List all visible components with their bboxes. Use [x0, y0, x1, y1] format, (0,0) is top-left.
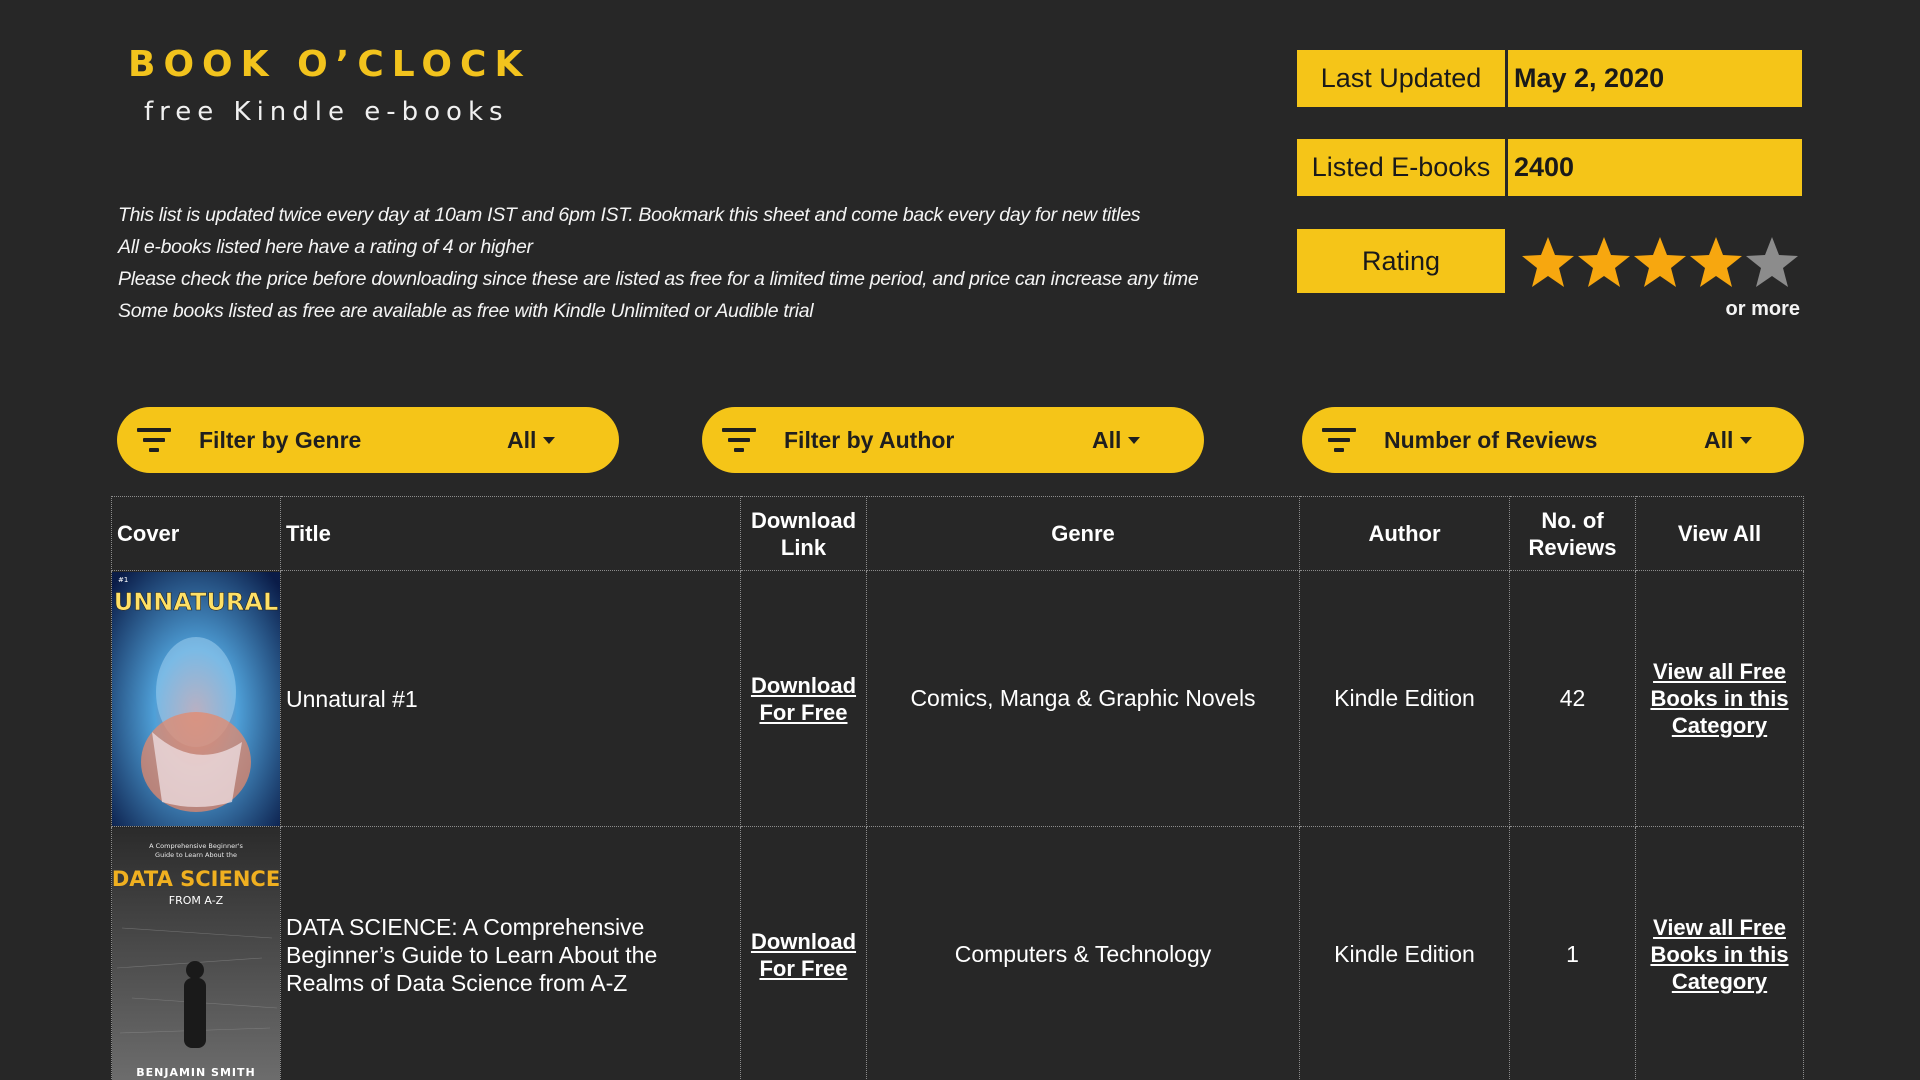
reviews-cell: 42 — [1509, 570, 1636, 827]
col-header-genre: Genre — [866, 496, 1300, 571]
cover-text: A Comprehensive Beginner's — [149, 842, 243, 850]
genre-cell: Computers & Technology — [866, 826, 1300, 1080]
download-cell: Download For Free — [740, 570, 867, 827]
download-link[interactable]: Download For Free — [751, 672, 856, 726]
filter-author-button[interactable]: Filter by Author All — [702, 407, 1204, 473]
col-header-title: Title — [280, 496, 741, 571]
info-notes: This list is updated twice every day at … — [118, 199, 1268, 327]
table-row: #1 UNNATURAL Unnatural #1 Download For F… — [111, 570, 1804, 827]
filter-author-label: Filter by Author — [784, 426, 955, 453]
cover-cell: #1 UNNATURAL — [111, 570, 281, 827]
view-all-cell: View all Free Books in this Category — [1635, 826, 1804, 1080]
note-line: Please check the price before downloadin… — [118, 268, 1199, 290]
author-cell: Kindle Edition — [1299, 570, 1510, 827]
col-header-reviews-line1: No. of — [1541, 507, 1604, 533]
filter-icon — [722, 428, 756, 452]
col-header-reviews-line2: Reviews — [1528, 534, 1617, 560]
chevron-down-icon[interactable] — [1128, 437, 1140, 444]
download-link[interactable]: Download For Free — [751, 928, 856, 982]
books-table: Cover Title Download Link Genre Author N… — [111, 496, 1804, 1080]
book-cover-image[interactable]: A Comprehensive Beginner's Guide to Lear… — [112, 827, 280, 1080]
view-all-line1: View all Free — [1653, 915, 1786, 940]
col-header-download-line1: Download — [750, 507, 857, 533]
star-filled-icon — [1578, 237, 1630, 287]
star-empty-icon — [1746, 237, 1798, 287]
genre-cell: Comics, Manga & Graphic Novels — [866, 570, 1300, 827]
col-header-download: Download Link — [740, 496, 867, 571]
col-header-reviews: No. of Reviews — [1509, 496, 1636, 571]
filter-icon — [137, 428, 171, 452]
view-all-line2: Books in this — [1650, 686, 1789, 711]
filter-genre-value[interactable]: All — [507, 427, 536, 454]
last-updated-value: May 2, 2020 — [1508, 50, 1802, 107]
book-title: DATA SCIENCE: A Comprehensive Beginner’s… — [280, 826, 741, 1080]
col-header-download-line2: Link — [780, 534, 827, 560]
note-line: All e-books listed here have a rating of… — [118, 236, 533, 258]
page: BOOK O’CLOCK free Kindle e-books This li… — [0, 0, 1920, 1080]
author-cell: Kindle Edition — [1299, 826, 1510, 1080]
col-header-view-all: View All — [1635, 496, 1804, 571]
note-line: Some books listed as free are available … — [118, 300, 814, 322]
rating-label: Rating — [1297, 229, 1505, 293]
cover-text: FROM A-Z — [169, 894, 224, 907]
table-header-row: Cover Title Download Link Genre Author N… — [111, 496, 1804, 571]
filter-reviews-button[interactable]: Number of Reviews All — [1302, 407, 1804, 473]
filter-author-value[interactable]: All — [1092, 427, 1121, 454]
brand-logo: BOOK O’CLOCK free Kindle e-books — [128, 44, 531, 127]
book-title: Unnatural #1 — [280, 570, 741, 827]
brand-title: BOOK O’CLOCK — [128, 44, 531, 85]
book-cover-image[interactable]: #1 UNNATURAL — [112, 571, 280, 826]
download-cell: Download For Free — [740, 826, 867, 1080]
view-all-link[interactable]: View all Free Books in this Category — [1650, 914, 1788, 995]
chevron-down-icon[interactable] — [1740, 437, 1752, 444]
star-filled-icon — [1522, 237, 1574, 287]
download-link-line2: For Free — [759, 699, 848, 725]
listed-ebooks-value: 2400 — [1508, 139, 1802, 196]
filter-genre-button[interactable]: Filter by Genre All — [117, 407, 619, 473]
cover-cell: A Comprehensive Beginner's Guide to Lear… — [111, 826, 281, 1080]
download-link-line1: Download — [750, 928, 857, 954]
view-all-line3: Category — [1671, 969, 1768, 994]
chevron-down-icon[interactable] — [543, 437, 555, 444]
col-header-cover: Cover — [111, 496, 281, 571]
view-all-line1: View all Free — [1653, 659, 1786, 684]
cover-author-text: BENJAMIN SMITH — [136, 1066, 255, 1079]
brand-subtitle: free Kindle e-books — [144, 97, 509, 127]
listed-ebooks-label: Listed E-books — [1297, 139, 1505, 196]
cover-text: Guide to Learn About the — [155, 851, 237, 859]
rating-stars — [1520, 232, 1800, 292]
cover-title-text: UNNATURAL — [114, 588, 279, 616]
filter-genre-label: Filter by Genre — [199, 426, 362, 453]
rating-suffix: or more — [1725, 298, 1800, 320]
last-updated-label: Last Updated — [1297, 50, 1505, 107]
col-header-author: Author — [1299, 496, 1510, 571]
download-link-line1: Download — [750, 672, 857, 698]
star-filled-icon — [1690, 237, 1742, 287]
view-all-line2: Books in this — [1650, 942, 1789, 967]
reviews-cell: 1 — [1509, 826, 1636, 1080]
table-row: A Comprehensive Beginner's Guide to Lear… — [111, 826, 1804, 1080]
filter-reviews-label: Number of Reviews — [1384, 426, 1598, 453]
filter-icon — [1322, 428, 1356, 452]
view-all-link[interactable]: View all Free Books in this Category — [1650, 658, 1788, 739]
cover-title-text: DATA SCIENCE — [112, 867, 280, 891]
cover-text: #1 — [118, 576, 128, 584]
filter-reviews-value[interactable]: All — [1704, 427, 1733, 454]
download-link-line2: For Free — [759, 955, 848, 981]
note-line: This list is updated twice every day at … — [118, 204, 1141, 226]
view-all-line3: Category — [1671, 713, 1768, 738]
star-filled-icon — [1634, 237, 1686, 287]
view-all-cell: View all Free Books in this Category — [1635, 570, 1804, 827]
